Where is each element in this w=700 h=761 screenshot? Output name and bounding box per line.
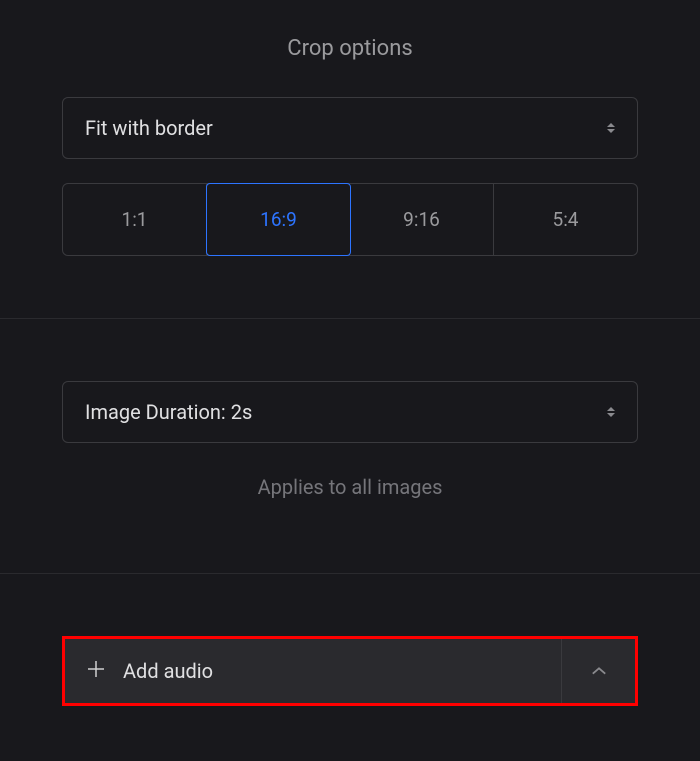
- add-audio-button[interactable]: Add audio: [65, 639, 561, 703]
- add-audio-label: Add audio: [123, 659, 213, 683]
- duration-hint: Applies to all images: [62, 443, 638, 499]
- add-audio-row: Add audio: [62, 636, 638, 706]
- section-divider: [0, 573, 700, 574]
- ratio-9-16[interactable]: 9:16: [350, 184, 494, 255]
- image-duration-select[interactable]: Image Duration: 2s: [62, 381, 638, 443]
- aspect-ratio-group: 1:1 16:9 9:16 5:4: [62, 183, 638, 256]
- fit-mode-label: Fit with border: [85, 116, 213, 140]
- crop-options-title: Crop options: [0, 0, 700, 97]
- image-duration-label: Image Duration: 2s: [85, 400, 252, 424]
- collapse-button[interactable]: [561, 639, 635, 703]
- ratio-1-1[interactable]: 1:1: [63, 184, 207, 255]
- select-chevrons-icon: [607, 123, 615, 133]
- plus-icon: [87, 660, 105, 683]
- ratio-16-9[interactable]: 16:9: [206, 183, 351, 256]
- ratio-5-4[interactable]: 5:4: [494, 184, 637, 255]
- fit-mode-select[interactable]: Fit with border: [62, 97, 638, 159]
- select-chevrons-icon: [607, 407, 615, 417]
- chevron-up-icon: [591, 663, 607, 679]
